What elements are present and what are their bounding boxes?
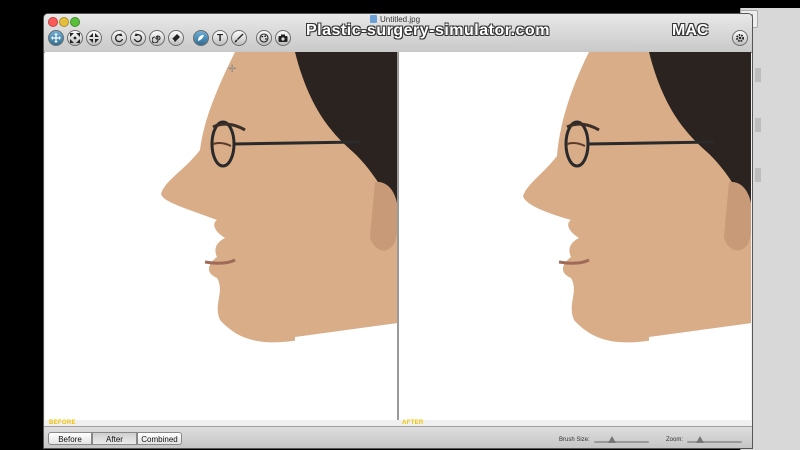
- smudge-tool-icon: [198, 35, 204, 41]
- app-window: Untitled.jpg T Plastic-surgery-simulator…: [44, 14, 752, 448]
- zoom-window-button[interactable]: [70, 17, 80, 27]
- shrink-tool-button[interactable]: [86, 30, 102, 46]
- twirl-button[interactable]: [149, 30, 165, 46]
- brush-tool-icon: [234, 33, 244, 43]
- text-tool-icon: T: [216, 33, 224, 44]
- background-window-notch: [755, 68, 761, 82]
- eraser-button[interactable]: [168, 30, 184, 46]
- before-face-photo: [161, 52, 397, 352]
- settings-button[interactable]: [732, 30, 748, 46]
- palette-button[interactable]: [256, 30, 272, 46]
- background-window-notch: [755, 168, 761, 182]
- brush-size-track[interactable]: [594, 441, 649, 443]
- shrink-tool-icon: [89, 33, 99, 43]
- zoom-label: Zoom:: [666, 437, 684, 443]
- palette-icon: [259, 33, 269, 43]
- brush-tool-button[interactable]: [231, 30, 247, 46]
- view-combined-button[interactable]: Combined: [137, 432, 182, 445]
- bottom-control-bar: Before After Combined Brush Size: Zoom:: [44, 426, 752, 448]
- rotate-left-button[interactable]: [111, 30, 127, 46]
- background-window-notch: [755, 118, 761, 132]
- eraser-icon: [171, 34, 180, 42]
- after-image-pane[interactable]: [399, 52, 751, 420]
- after-face-photo: [523, 52, 751, 352]
- camera-icon: [278, 34, 288, 42]
- expand-tool-icon: [70, 33, 80, 43]
- rotate-right-icon: [133, 33, 142, 43]
- view-after-button[interactable]: After: [92, 432, 137, 445]
- rotate-right-button[interactable]: [130, 30, 146, 46]
- expand-tool-button[interactable]: [67, 30, 83, 46]
- close-window-button[interactable]: [48, 17, 58, 27]
- zoom-slider-knob[interactable]: [696, 436, 704, 443]
- move-tool-button[interactable]: [48, 30, 64, 46]
- move-tool-icon: [51, 33, 61, 43]
- rotate-left-icon: [115, 33, 124, 43]
- platform-badge: MAC: [672, 22, 709, 39]
- crosshair-cursor-icon: ✛: [228, 64, 237, 75]
- text-tool-button[interactable]: T: [212, 30, 228, 46]
- twirl-icon: [151, 35, 161, 44]
- brush-size-label: Brush Size:: [559, 437, 590, 443]
- smudge-tool-button[interactable]: [193, 30, 209, 46]
- brush-size-slider-knob[interactable]: [608, 436, 616, 443]
- watermark-text: Plastic-surgery-simulator.com: [306, 22, 550, 39]
- title-bar: Untitled.jpg T Plastic-surgery-simulator…: [44, 14, 752, 53]
- settings-icon: [736, 34, 744, 42]
- view-before-button[interactable]: Before: [48, 432, 92, 445]
- before-image-pane[interactable]: ✛: [45, 52, 397, 420]
- minimize-window-button[interactable]: [59, 17, 69, 27]
- camera-button[interactable]: [275, 30, 291, 46]
